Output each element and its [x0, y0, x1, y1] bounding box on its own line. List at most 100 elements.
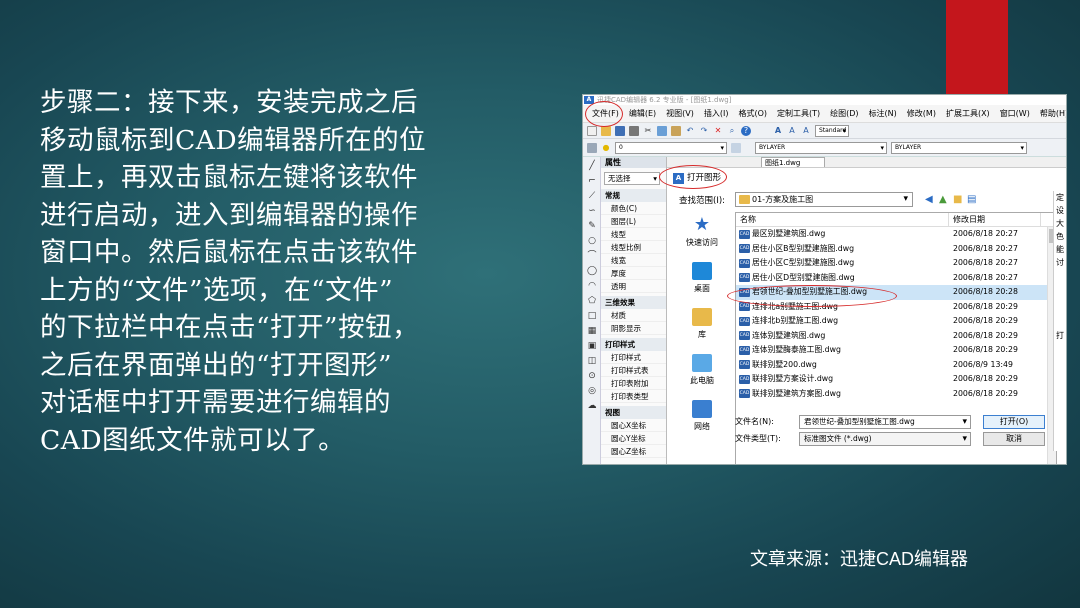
menu-custom-tools[interactable]: 定制工具(T) — [772, 108, 825, 119]
menu-insert[interactable]: 插入(I) — [699, 108, 734, 119]
paste-icon[interactable] — [671, 125, 681, 136]
hatch-tool-icon[interactable]: ▦ — [586, 325, 598, 337]
open-button[interactable]: 打开(O) — [983, 415, 1045, 429]
text-style-icon[interactable]: A — [773, 126, 783, 136]
menu-draw[interactable]: 绘图(D) — [825, 108, 863, 119]
place-quick-access[interactable]: ★ 快速访问 — [679, 212, 725, 258]
arc-tool-icon[interactable]: ⌒ — [586, 250, 598, 262]
file-row[interactable]: CAD 居住小区B型别墅建施图.dwg 2006/8/18 20:27 — [736, 242, 1056, 257]
revcloud-tool-icon[interactable]: ☁ — [586, 400, 598, 412]
menu-edit[interactable]: 编辑(E) — [624, 108, 661, 119]
back-icon[interactable]: ◀ — [925, 194, 933, 205]
layer-combo[interactable]: 0 — [615, 141, 727, 154]
circle-tool-icon[interactable]: ○ — [586, 235, 598, 247]
text-find-icon[interactable]: A — [801, 126, 811, 136]
property-linetype[interactable]: 线型 — [601, 228, 666, 241]
menu-modify[interactable]: 修改(M) — [902, 108, 941, 119]
new-folder-icon[interactable]: ■ — [953, 194, 962, 205]
filetype-select[interactable]: 标准图文件 (*.dwg) — [799, 432, 971, 446]
property-color[interactable]: 颜色(C) — [601, 202, 666, 215]
file-row[interactable]: CAD 居住小区C型别墅建施图.dwg 2006/8/18 20:27 — [736, 256, 1056, 271]
polyline-tool-icon[interactable]: ⌐ — [586, 175, 598, 187]
selection-select[interactable]: 无选择 — [604, 172, 660, 185]
properties-section-view[interactable]: 视图 — [601, 406, 666, 419]
polygon-tool-icon[interactable]: ⬠ — [586, 295, 598, 307]
help-icon[interactable]: ? — [741, 125, 751, 136]
property-plot-style[interactable]: 打印样式 — [601, 351, 666, 364]
property-material[interactable]: 材质 — [601, 309, 666, 322]
menu-dimension[interactable]: 标注(N) — [864, 108, 902, 119]
filename-input[interactable]: 君领世纪-叠加型别墅施工图.dwg — [799, 415, 971, 429]
cancel-button[interactable]: 取消 — [983, 432, 1045, 446]
point-tool-icon[interactable]: ⊙ — [586, 370, 598, 382]
look-in-select[interactable]: 01-方案及施工图 — [735, 192, 913, 207]
column-name[interactable]: 名称 — [736, 213, 949, 226]
property-plot-table-type[interactable]: 打印表类型 — [601, 390, 666, 403]
file-row[interactable]: CAD 联排别墅200.dwg 2006/8/9 13:49 — [736, 358, 1056, 373]
file-row[interactable]: CAD 最区别墅建筑图.dwg 2006/8/18 20:27 — [736, 227, 1056, 242]
donut-tool-icon[interactable]: ◎ — [586, 385, 598, 397]
file-row-selected[interactable]: CAD 君领世纪-叠加型别墅施工图.dwg 2006/8/18 20:28 — [736, 285, 1056, 300]
menu-window[interactable]: 窗口(W) — [995, 108, 1035, 119]
column-date[interactable]: 修改日期 — [949, 213, 1041, 226]
block-tool-icon[interactable]: ▣ — [586, 340, 598, 352]
menu-file[interactable]: 文件(F) — [588, 108, 624, 119]
property-layer[interactable]: 图层(L) — [601, 215, 666, 228]
properties-section-general[interactable]: 常规 — [601, 189, 666, 202]
new-file-icon[interactable] — [587, 125, 597, 136]
file-row[interactable]: CAD 连排北b别墅施工图.dwg 2006/8/18 20:29 — [736, 314, 1056, 329]
menu-format[interactable]: 格式(O) — [733, 108, 772, 119]
view-menu-icon[interactable]: ▤ — [967, 194, 976, 205]
pencil-tool-icon[interactable]: ✎ — [586, 220, 598, 232]
property-shadow[interactable]: 阴影显示 — [601, 322, 666, 335]
property-center-z[interactable]: 圆心Z坐标 — [601, 445, 666, 458]
menu-help[interactable]: 帮助(H) — [1035, 108, 1066, 119]
save-icon[interactable] — [615, 125, 625, 136]
layer-prev-icon[interactable] — [731, 142, 741, 153]
property-lineweight[interactable]: 线宽 — [601, 254, 666, 267]
rectangle-tool-icon[interactable]: □ — [586, 310, 598, 322]
copy-icon[interactable] — [657, 125, 667, 136]
bulb-icon[interactable]: ● — [601, 143, 611, 153]
file-row[interactable]: CAD 连体别墅酶泰施工图.dwg 2006/8/18 20:29 — [736, 343, 1056, 358]
scissors-icon[interactable]: ✂ — [643, 126, 653, 136]
property-linetype-scale[interactable]: 线型比例 — [601, 241, 666, 254]
ellipse-arc-tool-icon[interactable]: ◠ — [586, 280, 598, 292]
delete-icon[interactable]: ✕ — [713, 126, 723, 136]
property-center-y[interactable]: 圆心Y坐标 — [601, 432, 666, 445]
print-icon[interactable] — [629, 125, 639, 136]
place-desktop[interactable]: 桌面 — [679, 258, 725, 304]
menu-extend-tools[interactable]: 扩展工具(X) — [941, 108, 995, 119]
region-tool-icon[interactable]: ◫ — [586, 355, 598, 367]
layer-manager-icon[interactable] — [587, 142, 597, 153]
open-folder-icon[interactable] — [601, 125, 611, 136]
menu-view[interactable]: 视图(V) — [661, 108, 699, 119]
text-style-combo[interactable]: Standard — [815, 124, 849, 137]
properties-section-plot-style[interactable]: 打印样式 — [601, 338, 666, 351]
place-library[interactable]: 库 — [679, 304, 725, 350]
text-edit-icon[interactable]: A — [787, 126, 797, 136]
property-center-x[interactable]: 圆心X坐标 — [601, 419, 666, 432]
up-folder-icon[interactable]: ▲ — [939, 194, 947, 205]
lineweight-combo[interactable]: BYLAYER — [891, 141, 1027, 154]
file-row[interactable]: CAD 连排北a别墅施工图.dwg 2006/8/18 20:29 — [736, 300, 1056, 315]
file-row[interactable]: CAD 联排别墅方案设计.dwg 2006/8/18 20:29 — [736, 372, 1056, 387]
file-row[interactable]: CAD 联排别墅建筑方案图.dwg 2006/8/18 20:29 — [736, 387, 1056, 402]
undo-icon[interactable]: ↶ — [685, 126, 695, 136]
property-transparency[interactable]: 透明 — [601, 280, 666, 293]
line-tool-icon[interactable]: ╱ — [586, 160, 598, 172]
property-thickness[interactable]: 厚度 — [601, 267, 666, 280]
spline-tool-icon[interactable]: ∽ — [586, 205, 598, 217]
construction-line-icon[interactable]: ⟋ — [586, 190, 598, 202]
properties-section-3d[interactable]: 三维效果 — [601, 296, 666, 309]
linetype-combo[interactable]: BYLAYER — [755, 141, 887, 154]
property-plot-style-table[interactable]: 打印样式表 — [601, 364, 666, 377]
file-row[interactable]: CAD 连体别墅建筑图.dwg 2006/8/18 20:29 — [736, 329, 1056, 344]
place-network[interactable]: 网络 — [679, 396, 725, 442]
place-this-pc[interactable]: 此电脑 — [679, 350, 725, 396]
ellipse-tool-icon[interactable]: ◯ — [586, 265, 598, 277]
redo-icon[interactable]: ↷ — [699, 126, 709, 136]
property-plot-table-attached[interactable]: 打印表附加 — [601, 377, 666, 390]
file-row[interactable]: CAD 居住小区D型别墅建施图.dwg 2006/8/18 20:27 — [736, 271, 1056, 286]
zoom-icon[interactable]: ⌕ — [727, 126, 737, 136]
